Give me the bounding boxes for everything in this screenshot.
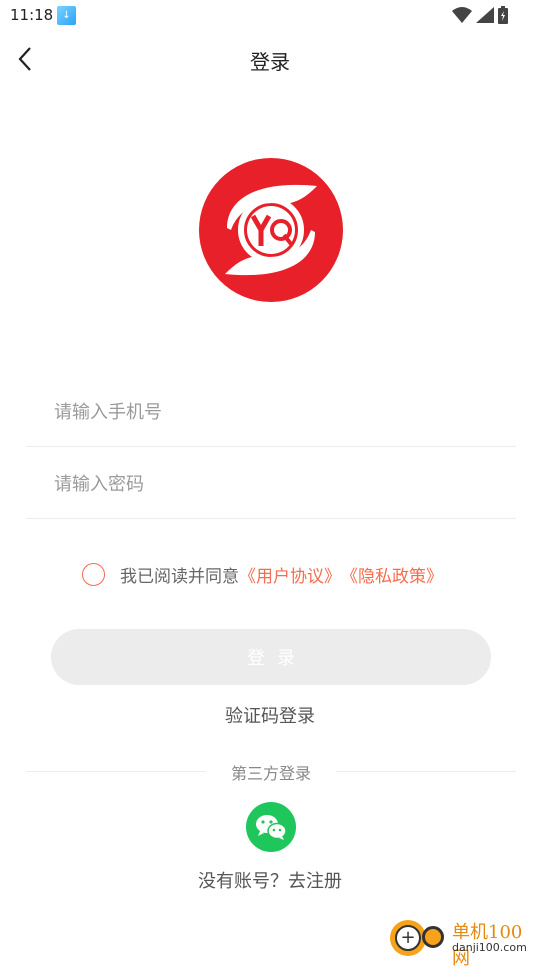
divider-right	[336, 771, 516, 772]
password-input[interactable]	[52, 470, 496, 498]
agreement-text: 我已阅读并同意	[120, 566, 239, 587]
third-party-divider: 第三方登录	[26, 760, 516, 784]
agreement-row: 我已阅读并同意 《用户协议》 《隐私政策》	[82, 560, 443, 588]
signal-icon	[476, 7, 494, 23]
status-time: 11:18	[10, 6, 54, 24]
battery-icon	[498, 6, 508, 24]
page-title: 登录	[250, 50, 290, 74]
phone-field	[26, 374, 516, 447]
wechat-login-button[interactable]	[246, 802, 296, 852]
watermark-subtitle: danji100.com	[452, 941, 527, 954]
app-logo	[199, 158, 343, 302]
wechat-icon	[256, 815, 287, 840]
privacy-policy-link[interactable]: 《隐私政策》	[341, 562, 443, 587]
app-notification-icon: ↓	[57, 6, 76, 25]
sms-login-link[interactable]: 验证码登录	[0, 702, 540, 728]
watermark-logo: + 单机100网 danji100.com	[390, 916, 540, 969]
phone-input[interactable]	[52, 398, 496, 426]
wifi-icon	[452, 7, 472, 23]
user-agreement-link[interactable]: 《用户协议》	[239, 562, 341, 587]
agreement-checkbox[interactable]	[82, 562, 105, 586]
app-logo-graphic	[199, 158, 343, 302]
third-party-label: 第三方登录	[230, 764, 311, 783]
login-button[interactable]: 登录	[51, 629, 491, 685]
status-icons	[452, 6, 508, 24]
register-link[interactable]: 没有账号？去注册	[0, 867, 540, 893]
password-field	[26, 446, 516, 519]
watermark-plus-icon: +	[390, 920, 426, 956]
watermark-eye-icon	[422, 926, 444, 948]
status-bar: 11:18 ↓	[0, 0, 540, 30]
nav-bar: 登录	[0, 34, 540, 84]
